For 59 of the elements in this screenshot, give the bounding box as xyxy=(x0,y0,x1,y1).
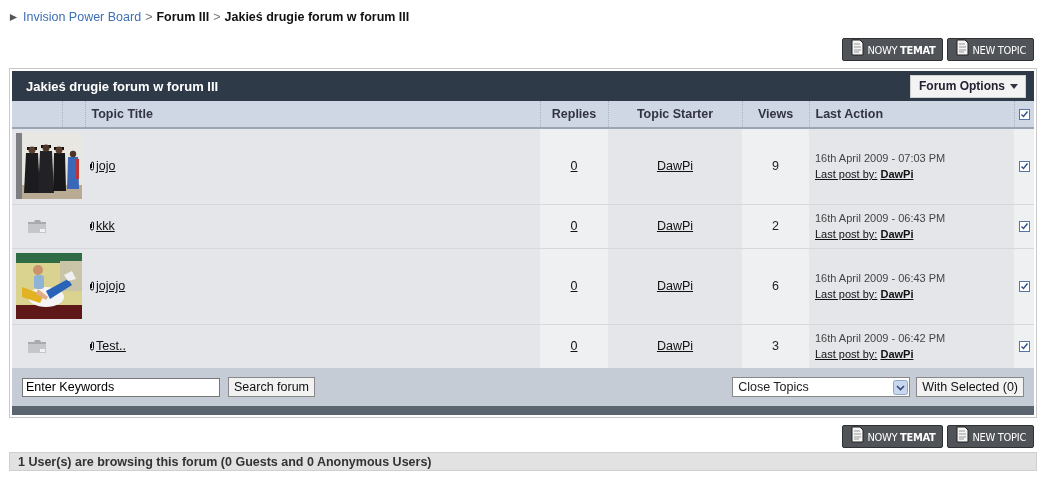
forum-options-button[interactable]: Forum Options xyxy=(910,74,1026,98)
last-action-date: 16th April 2009 - 06:43 PM xyxy=(815,212,946,224)
document-icon xyxy=(956,39,970,56)
document-icon xyxy=(956,426,970,443)
forum-title: Jakieś drugie forum w forum III xyxy=(26,78,219,94)
column-header[interactable]: Topic Title xyxy=(91,107,153,121)
with-selected-button[interactable]: With Selected (0) xyxy=(916,377,1024,397)
checked-checkbox[interactable] xyxy=(1018,341,1030,353)
document-icon xyxy=(851,39,865,56)
replies-link[interactable]: 0 xyxy=(570,159,578,174)
breadcrumb-item[interactable]: Forum III xyxy=(156,10,210,24)
last-poster-link[interactable]: DawPi xyxy=(880,348,914,361)
breadcrumb-item: Jakieś drugie forum w forum III xyxy=(224,10,410,24)
topic-link[interactable]: Test.. xyxy=(96,339,126,354)
folder-icon xyxy=(28,339,46,353)
last-post-link[interactable]: Last post by: xyxy=(815,228,878,240)
topic-starter-link[interactable]: DawPi xyxy=(656,279,694,293)
replies-link[interactable]: 0 xyxy=(570,279,578,293)
last-post-link[interactable]: Last post by: xyxy=(815,288,878,300)
last-action-date: 16th April 2009 - 07:03 PM xyxy=(815,152,946,165)
action-dropdown[interactable]: Close Topics xyxy=(732,377,911,397)
checked-checkbox[interactable] xyxy=(1018,109,1030,121)
new-topic-button[interactable]: NEW TOPIC xyxy=(947,425,1034,448)
last-action-date: 16th April 2009 - 06:42 PM xyxy=(815,332,946,345)
last-poster-link[interactable]: DawPi xyxy=(880,288,914,300)
last-post-link[interactable]: Last post by: xyxy=(815,168,878,181)
search-forum-button[interactable]: Search forum xyxy=(228,377,316,397)
topic-starter-link[interactable]: DawPi xyxy=(656,339,694,354)
topic-link[interactable]: jojojo xyxy=(96,279,126,293)
topic-starter-link[interactable]: DawPi xyxy=(656,219,694,233)
last-poster-link[interactable]: DawPi xyxy=(880,168,914,181)
breadcrumb-separator: > xyxy=(213,10,221,24)
last-action-date: 16th April 2009 - 06:43 PM xyxy=(815,272,946,284)
browsing-users-text: 1 User(s) are browsing this forum (0 Guests and 0 Anonymous Users) xyxy=(18,455,432,469)
views-count: 3 xyxy=(772,339,779,354)
caret-icon xyxy=(1010,83,1018,89)
checked-checkbox[interactable] xyxy=(1018,161,1030,173)
search-field[interactable]: Enter Keywords xyxy=(22,377,220,397)
document-icon xyxy=(851,426,865,443)
column-header[interactable]: Last Action xyxy=(815,107,884,121)
new-topic-button[interactable]: NOWY TEMAT xyxy=(842,38,944,61)
views-count: 9 xyxy=(772,159,779,174)
new-topic-button[interactable]: NEW TOPIC xyxy=(947,38,1034,61)
arrow-icon xyxy=(9,12,18,22)
replies-link[interactable]: 0 xyxy=(570,339,578,354)
breadcrumb-link[interactable]: Invision Power Board xyxy=(23,10,142,24)
last-post-link[interactable]: Last post by: xyxy=(815,348,878,361)
checked-checkbox[interactable] xyxy=(1018,221,1030,233)
topic-starter-link[interactable]: DawPi xyxy=(656,159,694,174)
breadcrumb-separator: > xyxy=(145,10,153,24)
topic-link[interactable]: jojo xyxy=(96,159,116,174)
checked-checkbox[interactable] xyxy=(1018,281,1030,293)
views-count: 2 xyxy=(772,219,779,233)
views-count: 6 xyxy=(772,279,779,293)
folder-icon xyxy=(28,219,46,233)
last-poster-link[interactable]: DawPi xyxy=(880,228,914,240)
new-topic-button[interactable]: NOWY TEMAT xyxy=(842,425,944,448)
replies-link[interactable]: 0 xyxy=(570,219,578,233)
topic-link[interactable]: kkk xyxy=(96,219,115,233)
